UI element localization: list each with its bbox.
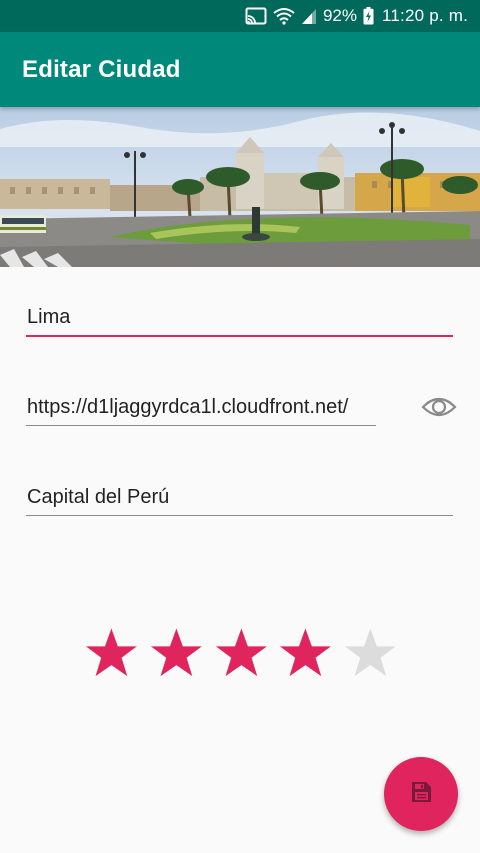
signal-icon bbox=[301, 7, 317, 25]
city-name-input[interactable] bbox=[26, 306, 453, 335]
status-bar: 92% 11:20 p. m. bbox=[0, 0, 480, 32]
save-icon bbox=[409, 780, 433, 809]
description-underline bbox=[26, 515, 453, 516]
battery-percent: 92% bbox=[322, 6, 357, 25]
city-name-underline bbox=[26, 335, 453, 337]
description-field[interactable] bbox=[26, 486, 453, 516]
page-title: Editar Ciudad bbox=[22, 55, 181, 83]
image-url-underline bbox=[26, 425, 376, 426]
star-icon[interactable] bbox=[149, 626, 204, 682]
city-photo bbox=[0, 107, 480, 267]
rating-bar[interactable] bbox=[84, 626, 398, 684]
city-name-field[interactable] bbox=[26, 306, 453, 337]
status-time: 11:20 p. m. bbox=[382, 6, 468, 25]
image-url-field[interactable] bbox=[26, 396, 376, 426]
star-icon[interactable] bbox=[343, 626, 398, 682]
description-input[interactable] bbox=[26, 486, 453, 515]
star-icon[interactable] bbox=[84, 626, 139, 682]
cast-icon bbox=[245, 7, 267, 25]
wifi-icon bbox=[273, 7, 295, 25]
app-bar: Editar Ciudad bbox=[0, 32, 480, 107]
image-url-input[interactable] bbox=[26, 396, 376, 425]
battery-icon bbox=[363, 7, 374, 25]
preview-eye-icon[interactable] bbox=[421, 393, 457, 421]
star-icon[interactable] bbox=[278, 626, 333, 682]
save-button[interactable] bbox=[384, 757, 458, 831]
star-icon[interactable] bbox=[214, 626, 269, 682]
